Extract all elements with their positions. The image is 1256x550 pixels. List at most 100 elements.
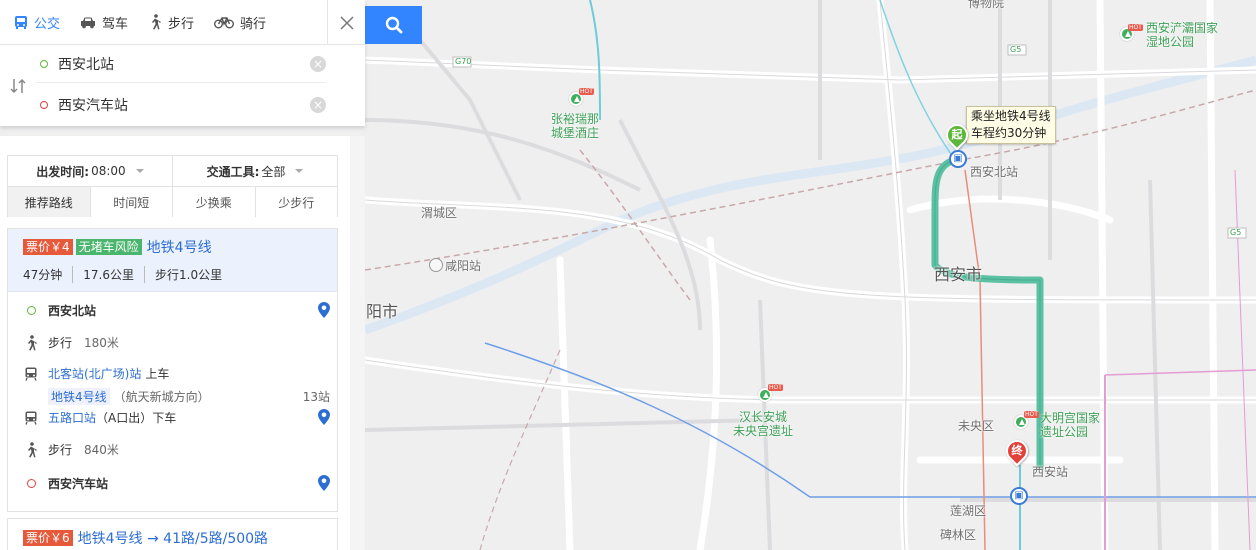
map-label-hanchangan[interactable]: 汉长安城 未央宫遗址 (733, 410, 793, 438)
location-pin-icon[interactable] (318, 475, 330, 491)
step-walk-2: 步行 840米 (23, 441, 119, 458)
tab-shortest-time[interactable]: 时间短 (89, 187, 172, 217)
step-end: 西安汽车站 (23, 475, 108, 492)
step-end-name: 西安汽车站 (48, 477, 109, 491)
line-tag[interactable]: 地铁4号线 (48, 388, 110, 405)
stop-count[interactable]: 13站 (303, 388, 330, 405)
route-meta: 47分钟 17.6公里 步行1.0公里 (23, 266, 337, 283)
close-button[interactable] (327, 0, 365, 45)
origin-row[interactable]: 西安北站 × (36, 45, 326, 83)
tab-bike[interactable]: 骑行 (204, 0, 276, 44)
tab-walk[interactable]: 步行 (138, 0, 204, 44)
walk-icon (28, 441, 37, 457)
step-line: 地铁4号线 （航天新城方向） (48, 388, 210, 405)
destination-dot-icon (40, 101, 48, 109)
no-traffic-badge: 无堵车风险 (75, 239, 142, 255)
search-button[interactable] (365, 6, 422, 44)
tab-transit-label: 公交 (34, 16, 61, 32)
tab-less-walking[interactable]: 少步行 (254, 187, 337, 217)
alight-action: 下车 (152, 411, 177, 425)
route-card-2[interactable]: 票价￥6 地铁4号线 → 41路/5路/500路 (7, 518, 338, 550)
destination-row[interactable]: 西安汽车站 × (36, 86, 326, 124)
start-pin-label: 起 (951, 128, 963, 141)
route-line-name: 地铁4号线 (146, 240, 212, 256)
metro-icon (25, 367, 37, 381)
step-start: 西安北站 (23, 302, 96, 319)
map-label-xianyang-station[interactable]: 咸阳站 (445, 259, 481, 273)
map-label-lianhu: 莲湖区 (950, 504, 987, 518)
clear-destination-icon[interactable]: × (310, 97, 326, 113)
destination-input[interactable]: 西安汽车站 (58, 95, 310, 115)
mode-tabs: 公交 驾车 步行 骑行 (0, 0, 365, 45)
step-walk-2-distance: 840米 (84, 443, 119, 457)
board-station-link[interactable]: 北客站(北广场)站 (48, 365, 141, 382)
price-badge: 票价￥6 (23, 530, 73, 546)
depart-time-select[interactable]: 出发时间: 08:00 (8, 156, 172, 186)
map-label-daming[interactable]: 大明宫国家 遗址公园 (1040, 411, 1100, 439)
filter-options: 出发时间: 08:00 交通工具: 全部 (8, 156, 337, 187)
start-dot-icon (26, 306, 36, 315)
clear-origin-icon[interactable]: × (310, 55, 326, 72)
tab-walk-label: 步行 (168, 16, 195, 32)
end-bus-icon[interactable]: ▣ (1010, 487, 1028, 505)
hot-badge-icon: HOT (1024, 411, 1039, 418)
walk-icon (28, 334, 37, 350)
metro-icon (25, 411, 37, 425)
map-label-weiyang: 未央区 (958, 419, 995, 433)
transport-label: 交通工具: (206, 164, 260, 179)
origin-dot-icon (40, 59, 48, 68)
route-line-name: 地铁4号线 → 41路/5路/500路 (77, 531, 269, 547)
route-walk: 步行1.0公里 (144, 266, 222, 283)
map-label-museum: 博物院 (968, 0, 1005, 10)
map-label-g5: G5 (1230, 228, 1242, 237)
transport-select[interactable]: 交通工具: 全部 (172, 156, 337, 186)
tab-bike-label: 骑行 (240, 16, 267, 32)
price-badge: 票价￥4 (23, 239, 73, 255)
location-pin-icon[interactable] (318, 409, 330, 425)
hot-badge-icon: HOT (768, 384, 783, 391)
map-label-zhangyu[interactable]: 张裕瑞那 城堡酒庄 (551, 112, 599, 140)
result-scrollbar[interactable] (350, 136, 365, 550)
alight-exit: （A口出） (96, 411, 153, 425)
map-label-chanba[interactable]: 西安浐灞国家 湿地公园 (1146, 21, 1218, 49)
route-card-1[interactable]: 票价￥4 无堵车风险 地铁4号线 47分钟 17.6公里 步行1.0公里 西安北… (7, 228, 338, 512)
line-direction: （航天新城方向） (113, 390, 210, 404)
tab-recommended[interactable]: 推荐路线 (8, 187, 90, 217)
board-action: 上车 (145, 367, 170, 381)
result-panel: 出发时间: 08:00 交通工具: 全部 推荐路线 时间短 少换乘 少步行 票价… (0, 136, 350, 550)
step-walk-1-label: 步行 (48, 336, 73, 350)
end-dot-icon (26, 479, 36, 488)
step-walk-1-distance: 180米 (84, 336, 119, 350)
location-pin-icon[interactable] (318, 302, 330, 318)
depart-time-label: 出发时间: (36, 164, 90, 179)
alight-station-link[interactable]: 五路口站 (48, 409, 96, 426)
start-metro-icon[interactable]: ▣ (949, 150, 967, 168)
close-icon (339, 15, 354, 30)
car-icon (81, 17, 96, 28)
map-label-xian-city: 西安市 (934, 265, 983, 284)
step-alight: 五路口站 （A口出） 下车 (23, 409, 176, 426)
depart-time-value: 08:00 (91, 164, 126, 178)
step-walk-2-label: 步行 (48, 443, 73, 457)
swap-button[interactable] (8, 76, 28, 96)
hot-badge-icon: HOT (579, 88, 594, 95)
tab-fewer-transfers[interactable]: 少换乘 (172, 187, 255, 217)
bus-icon (15, 15, 27, 29)
map-label-g70: G70 (455, 57, 472, 66)
origin-input[interactable]: 西安北站 (58, 54, 310, 74)
map-label-xian-north[interactable]: 西安北站 (970, 165, 1018, 179)
tooltip-line-2: 车程约30分钟 (971, 126, 1047, 140)
map-label-xian-station[interactable]: 西安站 (1032, 465, 1068, 479)
step-start-name: 西安北站 (48, 304, 97, 318)
step-board: 北客站(北广场)站 上车 (23, 365, 169, 382)
step-walk-1: 步行 180米 (23, 334, 119, 351)
map-label-g5b: G5 (1010, 45, 1022, 54)
filter-box: 出发时间: 08:00 交通工具: 全部 推荐路线 时间短 少换乘 少步行 (7, 155, 338, 217)
tab-drive[interactable]: 驾车 (70, 0, 138, 44)
route-header[interactable]: 票价￥4 无堵车风险 地铁4号线 47分钟 17.6公里 步行1.0公里 (8, 229, 337, 292)
tab-drive-label: 驾车 (102, 16, 129, 32)
tab-transit[interactable]: 公交 (0, 0, 70, 44)
end-pin-label: 终 (1011, 444, 1023, 457)
map-label-xianyang-city: 阳市 (366, 302, 399, 321)
route-distance: 17.6公里 (72, 266, 134, 283)
